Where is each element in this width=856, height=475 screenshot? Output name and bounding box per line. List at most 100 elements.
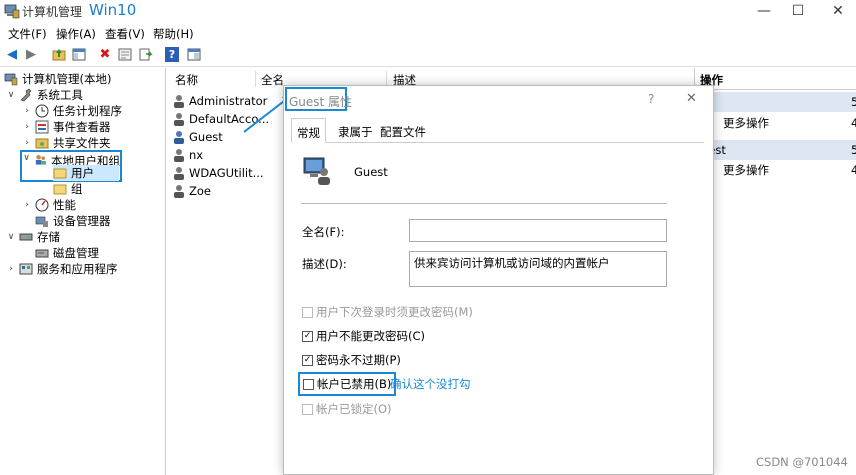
menu-file[interactable]: 文件(F) (8, 26, 47, 42)
tree-label: 磁盘管理 (53, 246, 99, 260)
tree-label: 事件查看器 (53, 120, 111, 134)
checkbox-account-disabled[interactable]: 帐户已禁用(B) (298, 372, 397, 396)
console-tree: 计算机管理(本地) ∨ 系统工具 › 任务计划程序 › 事件查看器 › 共享文件… (0, 68, 166, 475)
back-arrow-icon[interactable]: ◀ (3, 46, 21, 63)
column-header-fullname[interactable]: 全名 (261, 72, 284, 88)
view-icon[interactable] (185, 46, 203, 63)
user-name: Zoe (189, 183, 211, 198)
minimize-button[interactable]: — (747, 0, 781, 22)
chevron-right-icon[interactable]: › (22, 122, 32, 132)
list-item[interactable]: Guest (172, 128, 223, 145)
checkbox-label: 用户下次登录时须更改密码(M) (316, 305, 473, 319)
expand-arrow-icon[interactable]: 4 (851, 163, 856, 177)
tree-item-device-manager[interactable]: 设备管理器 (35, 213, 111, 229)
close-button[interactable]: ✕ (821, 0, 855, 22)
column-divider (255, 71, 256, 87)
tree-item-system-tools[interactable]: ∨ 系统工具 (6, 87, 83, 103)
tab-member-of[interactable]: 隶属于 (333, 121, 378, 142)
watermark: CSDN @701044 (756, 455, 848, 469)
menu-help[interactable]: 帮助(H) (153, 26, 194, 42)
help-icon[interactable]: ? (648, 92, 654, 106)
tab-profile[interactable]: 配置文件 (375, 121, 431, 142)
forward-arrow-icon[interactable]: ▶ (22, 46, 40, 63)
tree-label: 设备管理器 (53, 214, 111, 228)
properties-icon[interactable] (116, 46, 134, 63)
user-name: nx (189, 147, 204, 162)
chevron-right-icon[interactable]: › (22, 106, 32, 116)
expand-arrow-icon[interactable]: 4 (851, 116, 856, 130)
description-field[interactable]: 供来宾访问计算机或访问域的内置帐户 (409, 251, 667, 287)
guest-properties-dialog: Guest 属性 ? ✕ 常规 隶属于 配置文件 Guest 全名(F): 描述… (283, 85, 714, 475)
delete-icon[interactable]: ✖ (96, 46, 114, 63)
actions-section-users[interactable]: 户 5 (695, 92, 856, 112)
expand-arrow-icon[interactable]: 5 (851, 143, 856, 157)
more-actions-2[interactable]: 更多操作 4 (695, 160, 856, 180)
chevron-down-icon[interactable]: ∨ (6, 232, 16, 242)
separator (301, 203, 667, 204)
tree-item-disk-management[interactable]: 磁盘管理 (35, 245, 99, 261)
tree-item-event-viewer[interactable]: › 事件查看器 (22, 119, 111, 135)
performance-icon (35, 198, 49, 212)
list-item[interactable]: nx (172, 146, 203, 163)
tab-general[interactable]: 常规 (291, 118, 326, 143)
tree-item-task-scheduler[interactable]: › 任务计划程序 (22, 103, 122, 119)
user-display-name: Guest (354, 165, 388, 179)
computer-management-icon (4, 73, 18, 86)
maximize-button[interactable]: ☐ (781, 0, 815, 22)
users-group-icon (36, 154, 47, 165)
chevron-down-icon[interactable]: ∨ (22, 153, 31, 163)
checkbox-label: 帐户已锁定(O) (316, 402, 392, 416)
checkmark-icon[interactable]: ✓ (302, 330, 313, 342)
tree-label: 计算机管理(本地) (22, 72, 112, 86)
expand-arrow-icon[interactable]: 5 (851, 95, 856, 109)
export-icon[interactable] (137, 46, 155, 63)
user-icon (174, 184, 184, 198)
folder-icon (53, 184, 67, 195)
menu-action[interactable]: 操作(A) (56, 26, 96, 42)
actions-header: 操作 (695, 70, 856, 90)
list-item[interactable]: Zoe (172, 182, 211, 199)
tree-label: 用户 (71, 166, 94, 180)
tree-item-groups[interactable]: 组 (53, 181, 83, 197)
checkbox-must-change-password: 用户下次登录时须更改密码(M) (302, 304, 473, 320)
chevron-right-icon[interactable]: › (22, 138, 32, 148)
checkbox-box[interactable] (303, 378, 314, 390)
user-icon (174, 130, 184, 144)
checkmark-icon[interactable]: ✓ (302, 354, 313, 366)
actions-section-guest[interactable]: uest 5 (695, 140, 856, 160)
tree-item-storage[interactable]: ∨ 存储 (6, 229, 60, 245)
checkbox-cannot-change-password[interactable]: ✓ 用户不能更改密码(C) (302, 328, 425, 344)
tree-item-services-apps[interactable]: › 服务和应用程序 (6, 261, 117, 277)
close-icon[interactable]: ✕ (686, 91, 697, 106)
tree-label: 组 (71, 182, 83, 196)
chevron-right-icon[interactable]: › (22, 200, 32, 210)
chevron-right-icon[interactable]: › (6, 264, 16, 274)
up-folder-icon[interactable] (50, 46, 68, 63)
console-tree-icon[interactable] (70, 46, 88, 63)
tree-item-shared-folders[interactable]: › 共享文件夹 (22, 135, 110, 151)
tree-item-root[interactable]: 计算机管理(本地) (4, 71, 111, 87)
description-label: 描述(D): (302, 257, 347, 271)
close-icon: ✕ (832, 3, 844, 19)
storage-icon (19, 233, 33, 241)
column-header-name[interactable]: 名称 (175, 72, 198, 88)
tools-icon (20, 88, 32, 102)
computer-management-icon (4, 4, 20, 19)
list-item[interactable]: WDAGUtilit... (172, 164, 264, 181)
os-annotation: Win10 (89, 1, 137, 19)
tree-label: 任务计划程序 (53, 104, 122, 118)
fullname-label: 全名(F): (302, 225, 345, 239)
more-actions-1[interactable]: 更多操作 4 (695, 113, 856, 133)
menu-view[interactable]: 查看(V) (105, 26, 145, 42)
help-icon[interactable]: ? (165, 47, 179, 62)
description-value: 供来宾访问计算机或访问域的内置帐户 (414, 256, 610, 270)
tree-item-performance[interactable]: › 性能 (22, 197, 76, 213)
chevron-down-icon[interactable]: ∨ (6, 90, 16, 100)
tab-divider (292, 142, 704, 143)
services-icon (19, 263, 33, 275)
user-icon (174, 166, 184, 180)
tree-item-users[interactable]: 用户 (53, 165, 119, 181)
fullname-field[interactable] (409, 219, 667, 242)
checkbox-password-never-expires[interactable]: ✓ 密码永不过期(P) (302, 352, 401, 368)
checkbox-box (302, 403, 313, 415)
